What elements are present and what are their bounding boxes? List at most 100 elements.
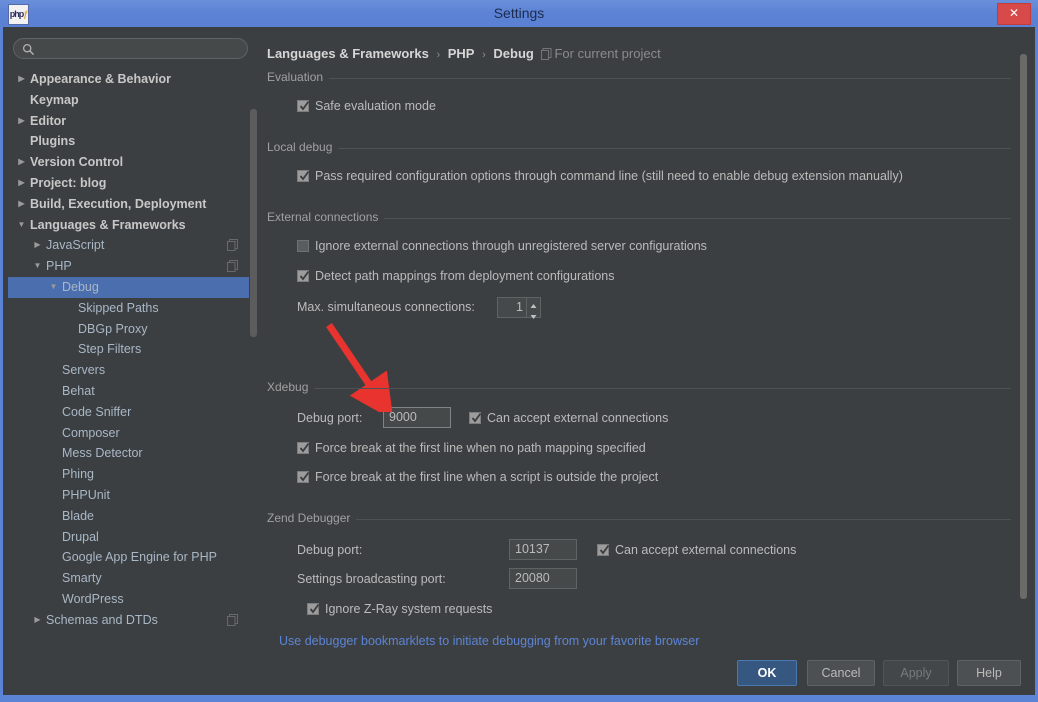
sidebar-item-editor[interactable]: ▶Editor — [8, 111, 250, 132]
sidebar-item-label: WordPress — [62, 589, 124, 610]
pass-required-config-label: Pass required configuration options thro… — [315, 169, 903, 183]
xdebug-debug-port-label-text: Debug port: — [297, 411, 362, 425]
ok-button[interactable]: OK — [737, 660, 797, 686]
chevron-down-icon[interactable]: ▼ — [16, 215, 27, 236]
xdebug-can-accept-external-checkbox[interactable] — [469, 412, 481, 424]
section-title-xdebug: Xdebug — [267, 380, 314, 394]
chevron-right-icon[interactable]: ▶ — [16, 69, 27, 90]
breadcrumb-item-1[interactable]: PHP — [448, 46, 475, 61]
chevron-right-icon[interactable]: ▶ — [16, 152, 27, 173]
sidebar-item-code-sniffer[interactable]: Code Sniffer — [8, 402, 250, 423]
sidebar-item-composer[interactable]: Composer — [8, 423, 250, 444]
content-scrollbar-track[interactable] — [1019, 32, 1029, 614]
sidebar-item-php[interactable]: ▼PHP — [8, 256, 250, 277]
sidebar-item-label: Project: blog — [30, 173, 106, 194]
sidebar-item-javascript[interactable]: ▶JavaScript — [8, 235, 250, 256]
sidebar-item-google-app-engine-for-php[interactable]: Google App Engine for PHP — [8, 547, 250, 568]
section-title-evaluation: Evaluation — [267, 70, 329, 84]
bookmarklets-link[interactable]: Use debugger bookmarklets to initiate de… — [279, 634, 699, 648]
chevron-right-icon[interactable]: ▶ — [16, 111, 27, 132]
sidebar-item-schemas-and-dtds[interactable]: ▶Schemas and DTDs — [8, 610, 250, 631]
ignore-zray-label: Ignore Z-Ray system requests — [325, 602, 492, 616]
sidebar-item-label: Mess Detector — [62, 443, 143, 464]
search-box[interactable] — [13, 38, 248, 59]
chevron-right-icon[interactable]: ▶ — [32, 235, 43, 256]
sidebar-scrollbar-track[interactable] — [249, 69, 258, 651]
sidebar-item-build-execution-deployment[interactable]: ▶Build, Execution, Deployment — [8, 194, 250, 215]
settings-tree[interactable]: ▶Appearance & BehaviorKeymap▶EditorPlugi… — [8, 69, 250, 651]
breadcrumb-item-2: Debug — [493, 46, 533, 61]
sidebar-item-plugins[interactable]: Plugins — [8, 131, 250, 152]
sidebar-item-blade[interactable]: Blade — [8, 506, 250, 527]
settings-dialog: ▶Appearance & BehaviorKeymap▶EditorPlugi… — [3, 27, 1035, 695]
sidebar-item-label: Plugins — [30, 131, 75, 152]
help-button[interactable]: Help — [957, 660, 1021, 686]
sidebar-scrollbar-thumb[interactable] — [250, 109, 257, 337]
sidebar-item-debug[interactable]: ▼Debug — [8, 277, 250, 298]
stepper-up-icon[interactable] — [527, 298, 540, 307]
project-scope-icon — [541, 48, 552, 60]
sidebar-item-drupal[interactable]: Drupal — [8, 527, 250, 548]
sidebar-item-version-control[interactable]: ▶Version Control — [8, 152, 250, 173]
sidebar-item-project-blog[interactable]: ▶Project: blog — [8, 173, 250, 194]
stepper-down-icon[interactable] — [527, 308, 540, 317]
detect-path-mappings-checkbox[interactable] — [297, 270, 309, 282]
sidebar-item-step-filters[interactable]: Step Filters — [8, 339, 250, 360]
xdebug-debug-port-input[interactable]: 9000 — [383, 407, 451, 428]
content-scrollbar-thumb[interactable] — [1020, 54, 1027, 599]
copy-config-icon — [227, 614, 238, 626]
chevron-right-icon[interactable]: ▶ — [16, 194, 27, 215]
zend-can-accept-external-checkbox[interactable] — [597, 544, 609, 556]
max-connections-stepper[interactable]: 1 — [497, 297, 541, 318]
force-break-outside-project-checkbox[interactable] — [297, 471, 309, 483]
pass-required-config-checkbox[interactable] — [297, 170, 309, 182]
sidebar-item-mess-detector[interactable]: Mess Detector — [8, 443, 250, 464]
detect-path-mappings-label: Detect path mappings from deployment con… — [315, 269, 614, 283]
sidebar-item-label: Composer — [62, 423, 120, 444]
safe-evaluation-mode-checkbox[interactable] — [297, 100, 309, 112]
sidebar-item-label: Build, Execution, Deployment — [30, 194, 206, 215]
sidebar-item-label: Debug — [62, 277, 99, 298]
chevron-right-icon[interactable]: ▶ — [32, 610, 43, 631]
sidebar-item-phing[interactable]: Phing — [8, 464, 250, 485]
breadcrumb-separator: › — [432, 49, 444, 61]
zend-broadcasting-port-input[interactable]: 20080 — [509, 568, 577, 589]
breadcrumb-item-0[interactable]: Languages & Frameworks — [267, 46, 429, 61]
search-input[interactable] — [40, 39, 244, 60]
project-scope-text: For current project — [554, 46, 660, 61]
sidebar-item-keymap[interactable]: Keymap — [8, 90, 250, 111]
cancel-button[interactable]: Cancel — [807, 660, 875, 686]
copy-config-icon — [227, 260, 238, 272]
sidebar-item-wordpress[interactable]: WordPress — [8, 589, 250, 610]
settings-sidebar: ▶Appearance & BehaviorKeymap▶EditorPlugi… — [8, 32, 258, 652]
settings-content-panel: Languages & Frameworks › PHP › Debug For… — [261, 32, 1029, 652]
title-bar: phpƒ Settings ✕ — [0, 0, 1038, 27]
sidebar-item-phpunit[interactable]: PHPUnit — [8, 485, 250, 506]
zend-debug-port-input[interactable]: 10137 — [509, 539, 577, 560]
chevron-down-icon[interactable]: ▼ — [48, 277, 59, 298]
ignore-external-connections-checkbox[interactable] — [297, 240, 309, 252]
max-connections-stepper-buttons[interactable] — [526, 298, 540, 317]
force-break-outside-project-label: Force break at the first line when a scr… — [315, 470, 658, 484]
sidebar-item-label: Skipped Paths — [78, 298, 159, 319]
chevron-down-icon[interactable]: ▼ — [32, 256, 43, 277]
sidebar-item-appearance-behavior[interactable]: ▶Appearance & Behavior — [8, 69, 250, 90]
ignore-zray-checkbox[interactable] — [307, 603, 319, 615]
window-title: Settings — [0, 0, 1038, 27]
max-connections-value[interactable]: 1 — [498, 298, 526, 317]
sidebar-item-label: Version Control — [30, 152, 123, 173]
settings-window: phpƒ Settings ✕ ▶Appearance & BehaviorKe… — [0, 0, 1038, 702]
sidebar-item-label: JavaScript — [46, 235, 104, 256]
sidebar-item-label: Keymap — [30, 90, 79, 111]
force-break-no-mapping-checkbox[interactable] — [297, 442, 309, 454]
sidebar-item-languages-frameworks[interactable]: ▼Languages & Frameworks — [8, 215, 250, 236]
sidebar-item-smarty[interactable]: Smarty — [8, 568, 250, 589]
sidebar-item-skipped-paths[interactable]: Skipped Paths — [8, 298, 250, 319]
sidebar-item-behat[interactable]: Behat — [8, 381, 250, 402]
sidebar-item-servers[interactable]: Servers — [8, 360, 250, 381]
sidebar-item-label: PHP — [46, 256, 72, 277]
sidebar-item-dbgp-proxy[interactable]: DBGp Proxy — [8, 319, 250, 340]
close-icon[interactable]: ✕ — [997, 3, 1031, 25]
sidebar-item-label: Google App Engine for PHP — [62, 547, 217, 568]
chevron-right-icon[interactable]: ▶ — [16, 173, 27, 194]
